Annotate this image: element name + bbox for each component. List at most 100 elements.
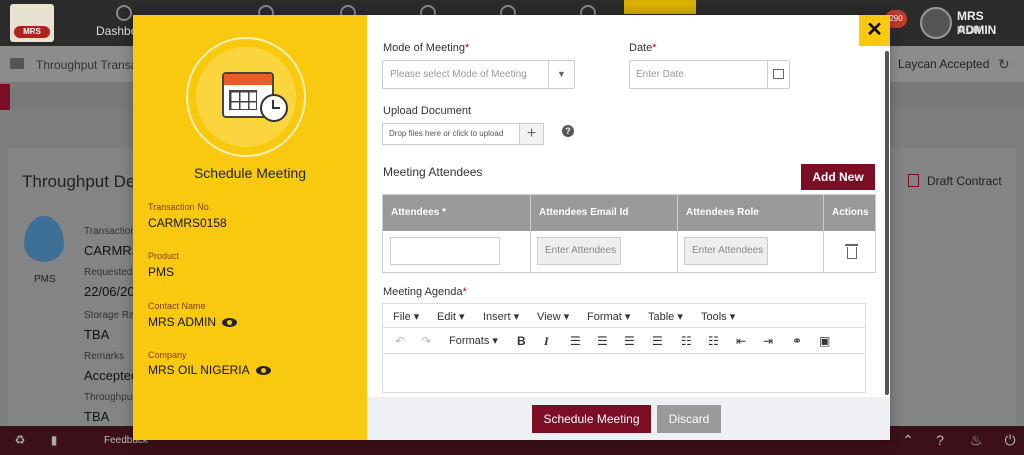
field-value: Accepted	[84, 368, 139, 383]
avatar[interactable]	[920, 7, 952, 39]
field-label: Storage Ra	[84, 310, 135, 321]
nav-active-highlight[interactable]	[624, 0, 696, 14]
field-label: Transaction	[84, 226, 136, 237]
breadcrumb[interactable]: Throughput Transa	[36, 58, 137, 72]
transaction-value: CARMRS0158	[148, 216, 227, 230]
field-value: 22/06/20	[84, 284, 135, 299]
table-cell: Enter Attendees	[678, 231, 824, 273]
chevron-down-icon[interactable]: ▼	[548, 61, 574, 88]
modal-summary-panel: Schedule Meeting Transaction No. CARMRS0…	[133, 15, 367, 440]
dashboard-icon[interactable]	[116, 5, 132, 21]
numbered-list-icon[interactable]: ☷	[708, 334, 719, 348]
formats-dropdown[interactable]: Formats ▾	[449, 334, 498, 347]
delete-icon[interactable]	[845, 244, 858, 259]
contact-value: MRS ADMIN	[148, 315, 238, 329]
editor-toolbar: ↶ ↷ Formats ▾ B I ☰ ☰ ☰ ☰ ☷ ☷ ⇤ ⇥ ⚭ ▣	[383, 328, 865, 354]
clock-icon	[260, 94, 288, 122]
schedule-meeting-modal: Schedule Meeting Transaction No. CARMRS0…	[133, 15, 890, 440]
fuel-drop-icon	[24, 216, 64, 262]
align-center-icon[interactable]: ☰	[597, 334, 608, 348]
editor-menubar: File ▾ Edit ▾ Insert ▾ View ▾ Format ▾ T…	[383, 304, 865, 328]
help-icon[interactable]: ?	[562, 125, 574, 137]
field-label: Throughpu	[84, 392, 133, 403]
help-icon[interactable]: ?	[930, 432, 950, 450]
plus-icon[interactable]: +	[519, 124, 543, 144]
schedule-meeting-button[interactable]: Schedule Meeting	[532, 405, 651, 433]
align-justify-icon[interactable]: ☰	[652, 334, 663, 348]
company-logo[interactable]: MRS	[10, 4, 54, 42]
undo-icon[interactable]: ↶	[395, 334, 405, 348]
attendee-email-input[interactable]: Enter Attendees	[537, 237, 621, 265]
column-header: Attendees Role	[678, 195, 824, 231]
flame-icon[interactable]: ♨	[966, 432, 986, 450]
menu-insert[interactable]: Insert ▾	[483, 310, 519, 323]
product-value: PMS	[148, 265, 175, 279]
bullet-list-icon[interactable]: ☷	[681, 334, 692, 348]
image-icon[interactable]: ▣	[819, 334, 830, 348]
draft-contract-link[interactable]: Draft Contract	[908, 174, 1002, 188]
page-title: Throughput De	[22, 172, 136, 191]
modal-scrollbar[interactable]	[885, 51, 889, 395]
home-icon[interactable]	[10, 58, 24, 69]
align-left-icon[interactable]: ☰	[570, 334, 581, 348]
eye-icon[interactable]	[222, 318, 238, 327]
company-label: Company	[148, 350, 187, 360]
indent-icon[interactable]: ⇥	[763, 334, 773, 348]
field-value: TBA	[84, 409, 110, 424]
column-header: Attendees *	[383, 195, 531, 231]
field-value: TBA	[84, 327, 110, 342]
company-value: MRS OIL NIGERIA	[148, 363, 271, 377]
modal-title: Schedule Meeting	[193, 165, 307, 181]
menu-tools[interactable]: Tools ▾	[701, 310, 735, 323]
product-label: Product	[148, 251, 180, 261]
menu-format[interactable]: Format ▾	[587, 310, 630, 323]
add-new-button[interactable]: Add New	[801, 164, 875, 190]
calendar-icon[interactable]	[767, 61, 789, 88]
menu-edit[interactable]: Edit ▾	[437, 310, 465, 323]
table-cell	[383, 231, 531, 273]
contact-label: Contact Name	[148, 301, 206, 311]
attendee-name-input[interactable]	[390, 237, 500, 265]
attendees-section-title: Meeting Attendees	[383, 165, 483, 179]
user-role: MON	[957, 25, 981, 36]
attendee-role-input[interactable]: Enter Attendees	[684, 237, 768, 265]
mode-of-meeting-select[interactable]: Please select Mode of Meeting ▼	[382, 60, 575, 89]
column-header: Attendees Email Id	[531, 195, 678, 231]
field-label: Remarks	[84, 351, 125, 362]
eye-icon[interactable]	[255, 366, 271, 375]
italic-icon[interactable]: I	[544, 334, 549, 349]
modal-footer: Schedule Meeting Discard	[367, 397, 890, 440]
mode-of-meeting-label: Mode of Meeting*	[383, 42, 470, 54]
bold-icon[interactable]: B	[517, 334, 526, 348]
file-upload-dropzone[interactable]: Drop files here or click to upload +	[382, 123, 544, 145]
column-header: Actions	[824, 195, 875, 231]
menu-file[interactable]: File ▾	[393, 310, 419, 323]
date-label: Date*	[629, 42, 657, 54]
refresh-icon[interactable]: ↻	[998, 56, 1010, 73]
upload-label: Upload Document	[383, 105, 472, 117]
menu-view[interactable]: View ▾	[537, 310, 569, 323]
redo-icon[interactable]: ↷	[421, 334, 431, 348]
attendees-table: Attendees * Attendees Email Id Attendees…	[382, 194, 876, 273]
table-cell: Enter Attendees	[531, 231, 678, 273]
bookmark-icon[interactable]: ▮	[46, 432, 62, 448]
nav-dashboard[interactable]: Dashbo	[96, 24, 137, 38]
agenda-label: Meeting Agenda*	[383, 286, 467, 298]
field-value: CARMRS	[84, 243, 141, 258]
chevron-up-icon[interactable]: ⌃	[898, 432, 918, 450]
outdent-icon[interactable]: ⇤	[736, 334, 746, 348]
agenda-editor[interactable]: File ▾ Edit ▾ Insert ▾ View ▾ Format ▾ T…	[382, 303, 866, 393]
field-label: Requested	[84, 267, 133, 278]
sidebar-toggle[interactable]	[0, 84, 10, 110]
document-icon	[908, 174, 919, 187]
close-icon[interactable]: ✕	[859, 15, 890, 46]
discard-button[interactable]: Discard	[657, 405, 721, 433]
align-right-icon[interactable]: ☰	[624, 334, 635, 348]
status-label: Laycan Accepted	[898, 57, 990, 71]
date-field[interactable]: Enter Date	[629, 60, 790, 89]
menu-table[interactable]: Table ▾	[648, 310, 683, 323]
power-icon[interactable]: ⏻	[1000, 432, 1020, 450]
recycle-icon[interactable]: ♻	[12, 432, 28, 448]
transaction-label: Transaction No.	[148, 202, 212, 212]
link-icon[interactable]: ⚭	[792, 334, 802, 348]
